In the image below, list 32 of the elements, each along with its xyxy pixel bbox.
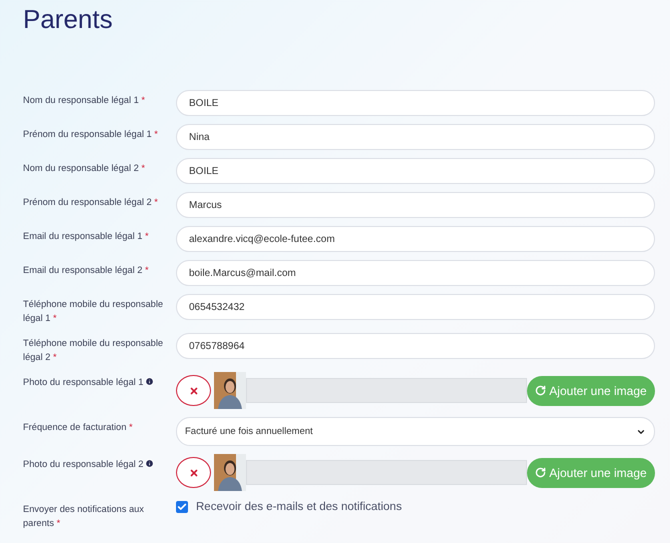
field-label: Photo du responsable légal 1 — [23, 376, 144, 389]
info-icon[interactable] — [145, 459, 154, 468]
checkbox-label: Recevoir des e-mails et des notifications — [196, 501, 402, 513]
close-icon — [188, 468, 198, 478]
text-field[interactable]: BOILE — [176, 90, 655, 116]
dropdown-field[interactable]: Facturé une fois annuellement — [176, 417, 655, 446]
refresh-icon — [535, 385, 546, 396]
field-label: Nom du responsable légal 1 * — [23, 94, 145, 107]
close-icon — [188, 386, 198, 396]
field-label: Email du responsable légal 1 * — [23, 230, 149, 243]
field-label: Prénom du responsable légal 2 * — [23, 196, 158, 209]
field-label: Email du responsable légal 2 * — [23, 264, 149, 277]
text-field[interactable]: Nina — [176, 124, 655, 150]
field-label: Photo du responsable légal 2 — [23, 458, 144, 471]
page-title: Parents — [23, 4, 113, 34]
text-field[interactable]: 0765788964 — [176, 333, 655, 359]
checkbox[interactable] — [176, 501, 188, 513]
text-field[interactable]: boile.Marcus@mail.com — [176, 260, 655, 286]
field-label: Téléphone mobile du responsable légal 1 * — [23, 298, 164, 325]
remove-button[interactable] — [176, 457, 211, 488]
remove-button[interactable] — [176, 375, 211, 406]
field-label: Envoyer des notifications aux parents * — [23, 503, 145, 530]
text-field[interactable]: 0654532432 — [176, 294, 655, 320]
text-field[interactable]: BOILE — [176, 158, 655, 184]
text-field[interactable]: Marcus — [176, 192, 655, 218]
info-icon[interactable] — [145, 377, 154, 386]
field-label: Téléphone mobile du responsable légal 2 * — [23, 337, 164, 364]
text-field[interactable]: alexandre.vicq@ecole-futee.com — [176, 226, 655, 252]
field-label: Nom du responsable légal 2 * — [23, 162, 145, 175]
refresh-icon — [535, 467, 546, 478]
field-label: Fréquence de facturation * — [23, 421, 133, 434]
field-label: Prénom du responsable légal 1 * — [23, 128, 158, 141]
